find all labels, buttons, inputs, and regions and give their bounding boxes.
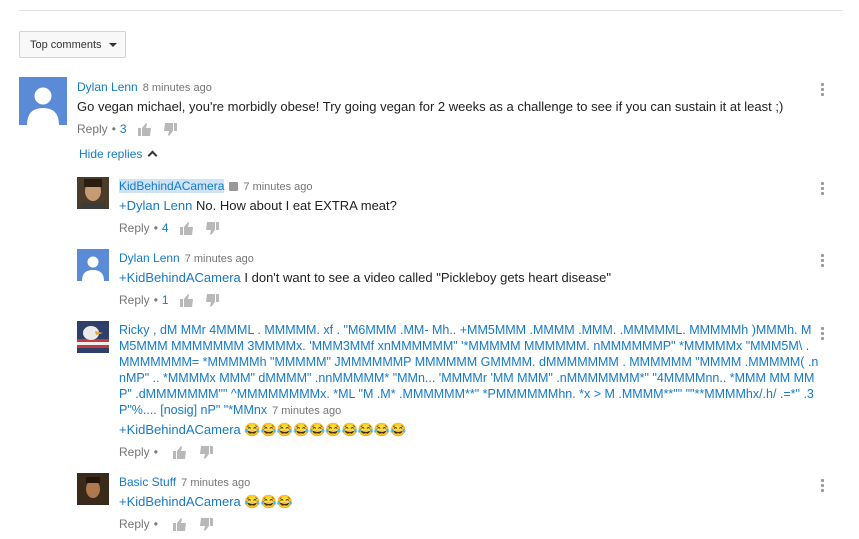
reply-time[interactable]: 7 minutes ago (272, 405, 341, 417)
separator-dot: • (153, 293, 158, 307)
reply-button[interactable]: Reply (119, 445, 150, 459)
separator-dot: • (153, 517, 158, 531)
reply-mention[interactable]: +Dylan Lenn (119, 198, 192, 213)
thumbs-down-icon[interactable] (163, 123, 178, 137)
comment-author[interactable]: Dylan Lenn (77, 80, 138, 94)
caret-down-icon (108, 42, 117, 47)
thumbs-down-icon[interactable] (199, 518, 213, 532)
reply-author-ascii-art[interactable]: Ricky , dM MMr 4MMML . MMMMM. xf . "M6MM… (119, 322, 819, 419)
reply-text: 😂😂😂😂😂😂😂😂😂😂 (240, 422, 407, 437)
sort-comments-dropdown[interactable]: Top comments (19, 31, 126, 58)
separator-dot: • (111, 122, 116, 136)
reply-mention[interactable]: +KidBehindACamera (119, 270, 241, 285)
avatar[interactable] (77, 473, 109, 505)
reply-author[interactable]: Ricky , dM MMr 4MMML . MMMMM. xf . "M6MM… (119, 323, 818, 417)
like-count: 1 (161, 293, 169, 307)
default-avatar-icon[interactable] (19, 77, 67, 125)
comment-time[interactable]: 8 minutes ago (143, 82, 212, 94)
reply-button[interactable]: Reply (119, 221, 150, 235)
reply-time[interactable]: 7 minutes ago (181, 477, 250, 489)
reply-text: No. How about I eat EXTRA meat? (192, 198, 397, 213)
reply-author[interactable]: Dylan Lenn (119, 251, 180, 265)
reply-button[interactable]: Reply (119, 517, 150, 531)
reply-time[interactable]: 7 minutes ago (185, 253, 254, 265)
more-vert-icon[interactable] (821, 83, 825, 98)
thumbs-up-icon[interactable] (173, 446, 187, 460)
thumbs-up-icon[interactable] (179, 294, 194, 308)
thumbs-up-icon[interactable] (179, 222, 194, 236)
reply-author[interactable]: KidBehindACamera (119, 179, 225, 193)
reply-mention[interactable]: +KidBehindACamera (119, 422, 241, 437)
thumbs-down-icon[interactable] (205, 222, 220, 236)
reply-button[interactable]: Reply (77, 122, 108, 136)
reply-text: 😂😂😂 (240, 494, 293, 509)
reply-mention[interactable]: +KidBehindACamera (119, 494, 241, 509)
reply-text: I don't want to see a video called "Pick… (240, 270, 611, 285)
hide-replies-label: Hide replies (79, 147, 143, 161)
comment-text: Go vegan michael, you're morbidly obese!… (77, 99, 784, 114)
thumbs-down-icon[interactable] (205, 294, 220, 308)
reply-button[interactable]: Reply (119, 293, 150, 307)
reply-author[interactable]: Basic Stuff (119, 475, 176, 489)
more-vert-icon[interactable] (821, 479, 825, 494)
thumbs-down-icon[interactable] (199, 446, 213, 460)
more-vert-icon[interactable] (821, 254, 825, 269)
top-divider (19, 10, 843, 11)
separator-dot: • (153, 221, 158, 235)
sort-label: Top comments (30, 38, 102, 51)
reply-time[interactable]: 7 minutes ago (243, 181, 312, 193)
more-vert-icon[interactable] (821, 327, 825, 342)
more-vert-icon[interactable] (821, 182, 825, 197)
default-avatar-icon[interactable] (77, 249, 109, 281)
reply-body: +KidBehindACamera 😂😂😂😂😂😂😂😂😂😂 Reply • (119, 422, 406, 460)
hide-replies-button[interactable]: Hide replies (79, 146, 158, 162)
separator-dot: • (153, 445, 158, 459)
like-count: 3 (119, 122, 127, 136)
avatar[interactable] (77, 177, 109, 209)
thumbs-up-icon[interactable] (137, 123, 152, 137)
eagle-flag-avatar[interactable] (77, 321, 109, 353)
like-count: 4 (161, 221, 169, 235)
thumbs-up-icon[interactable] (173, 518, 187, 532)
verified-icon (229, 182, 239, 191)
chevron-up-icon (147, 150, 158, 161)
